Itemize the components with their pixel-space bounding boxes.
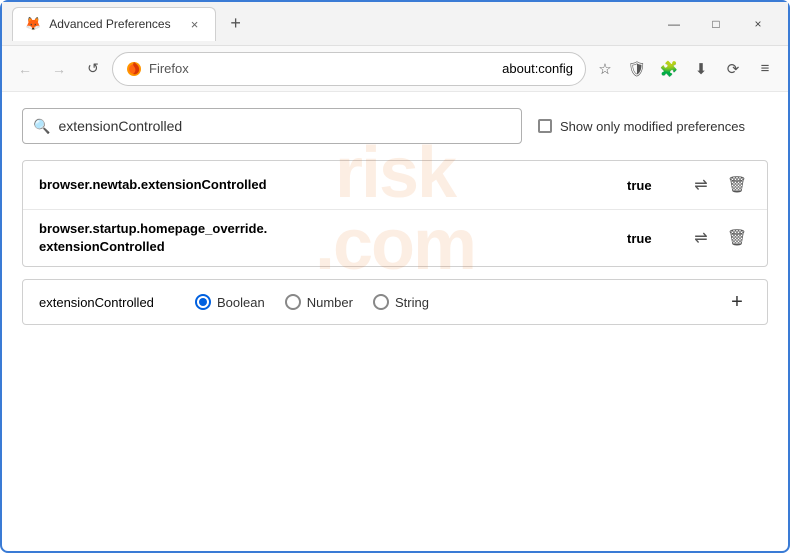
radio-string-indicator [373, 294, 389, 310]
toggle-button-2[interactable]: ⇌ [687, 224, 715, 252]
toolbar-icons: ☆ 🛡 🧩 ⬇ ⟳ ≡ [590, 54, 780, 84]
pref-value-2: true [627, 231, 667, 246]
row-actions-2: ⇌ 🗑 [687, 224, 751, 252]
extension-icon[interactable]: 🧩 [654, 54, 684, 84]
row-actions-1: ⇌ 🗑 [687, 171, 751, 199]
history-icon[interactable]: ⟳ [718, 54, 748, 84]
tab-close-button[interactable]: × [187, 16, 203, 32]
search-box[interactable]: 🔍 [22, 108, 522, 144]
browser-tab[interactable]: 🦊 Advanced Preferences × [12, 7, 216, 41]
back-button[interactable]: ← [10, 54, 40, 84]
search-icon: 🔍 [33, 118, 50, 135]
radio-boolean-indicator [195, 294, 211, 310]
navigation-bar: ← → ↺ Firefox about:config ☆ 🛡 🧩 ⬇ ⟳ ≡ [2, 46, 788, 92]
radio-number-label: Number [307, 295, 353, 310]
shield-icon[interactable]: 🛡 [622, 54, 652, 84]
radio-number[interactable]: Number [285, 294, 353, 310]
delete-button-1[interactable]: 🗑 [723, 171, 751, 199]
download-icon[interactable]: ⬇ [686, 54, 716, 84]
show-modified-checkbox[interactable] [538, 119, 552, 133]
tab-strip: 🦊 Advanced Preferences × + [12, 7, 654, 41]
address-bar[interactable]: Firefox about:config [112, 52, 586, 86]
url-display: about:config [502, 61, 573, 76]
table-row: browser.startup.homepage_override. exten… [23, 210, 767, 266]
firefox-logo-icon [125, 60, 143, 78]
show-modified-label: Show only modified preferences [560, 119, 745, 134]
pref-name-1: browser.newtab.extensionControlled [39, 176, 627, 194]
tab-title: Advanced Preferences [49, 17, 170, 31]
close-window-button[interactable]: × [738, 8, 778, 40]
radio-boolean-fill [199, 298, 207, 306]
menu-button[interactable]: ≡ [750, 54, 780, 84]
preferences-table: browser.newtab.extensionControlled true … [22, 160, 768, 267]
radio-number-indicator [285, 294, 301, 310]
minimize-button[interactable]: — [654, 8, 694, 40]
new-pref-name-label: extensionControlled [39, 295, 179, 310]
reload-button[interactable]: ↺ [78, 54, 108, 84]
forward-button[interactable]: → [44, 54, 74, 84]
radio-string[interactable]: String [373, 294, 429, 310]
radio-boolean[interactable]: Boolean [195, 294, 265, 310]
title-bar: 🦊 Advanced Preferences × + — □ × [2, 2, 788, 46]
search-input[interactable] [58, 118, 511, 134]
table-row: browser.newtab.extensionControlled true … [23, 161, 767, 210]
tab-favicon-icon: 🦊 [25, 16, 41, 32]
delete-button-2[interactable]: 🗑 [723, 224, 751, 252]
modified-filter-row: Show only modified preferences [538, 119, 745, 134]
window-controls: — □ × [654, 8, 778, 40]
search-row: 🔍 Show only modified preferences [22, 108, 768, 144]
new-tab-button[interactable]: + [222, 10, 250, 38]
browser-name-label: Firefox [149, 61, 496, 76]
maximize-button[interactable]: □ [696, 8, 736, 40]
toggle-button-1[interactable]: ⇌ [687, 171, 715, 199]
content-area: 🔍 Show only modified preferences browser… [2, 92, 788, 341]
radio-boolean-label: Boolean [217, 295, 265, 310]
bookmark-icon[interactable]: ☆ [590, 54, 620, 84]
radio-string-label: String [395, 295, 429, 310]
new-preference-row: extensionControlled Boolean Number [22, 279, 768, 325]
pref-name-2: browser.startup.homepage_override. exten… [39, 220, 627, 256]
add-preference-button[interactable]: + [723, 288, 751, 316]
type-radio-group: Boolean Number String [195, 294, 429, 310]
pref-value-1: true [627, 178, 667, 193]
